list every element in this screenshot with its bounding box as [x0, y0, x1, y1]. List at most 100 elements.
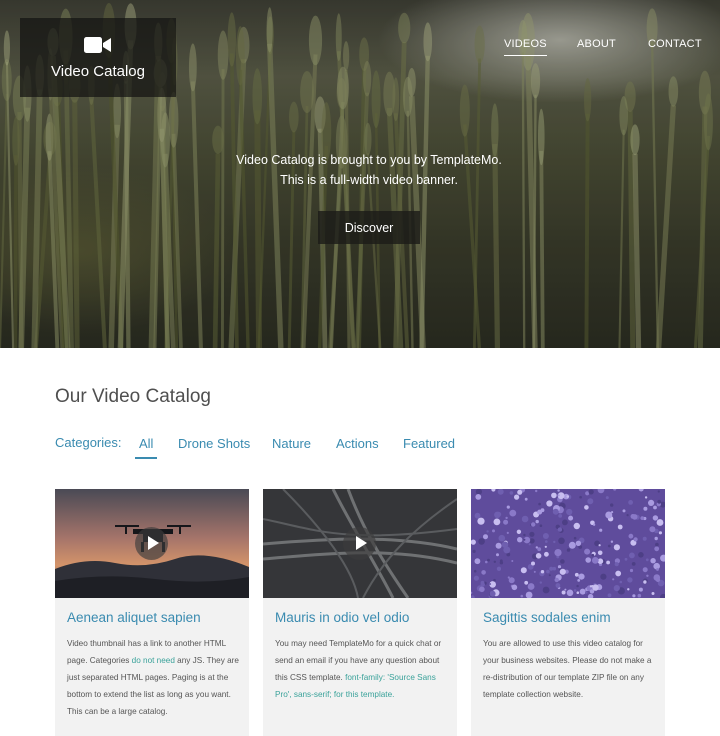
hero-text: Video Catalog is brought to you by Templ… — [0, 150, 720, 190]
lavender-petal — [514, 494, 520, 500]
lavender-petal — [656, 568, 659, 571]
lavender-petal — [605, 511, 613, 519]
video-thumbnail[interactable] — [55, 489, 249, 598]
lavender-petal — [489, 590, 496, 597]
play-icon[interactable] — [135, 527, 168, 560]
lavender-petal — [637, 593, 642, 598]
lavender-petal — [656, 519, 664, 526]
lavender-petal — [496, 553, 499, 557]
lavender-petal — [485, 560, 488, 564]
lavender-petal — [579, 495, 582, 499]
lavender-petal — [654, 536, 658, 541]
card-description: You are allowed to use this video catalo… — [483, 635, 655, 703]
card-description: You may need TemplateMo for a quick chat… — [275, 635, 447, 703]
lavender-petal — [501, 541, 509, 548]
lavender-petal — [584, 548, 591, 555]
lavender-petal — [627, 588, 630, 591]
lavender-petal — [549, 566, 554, 571]
lavender-petal — [546, 500, 553, 507]
lavender-petal — [628, 533, 634, 539]
lavender-petal — [575, 540, 582, 546]
lavender-petal — [642, 567, 648, 573]
lavender-petal — [499, 561, 504, 565]
discover-button[interactable]: Discover — [318, 211, 420, 244]
lavender-petal — [506, 505, 510, 509]
lavender-petal — [615, 570, 622, 577]
lavender-petal — [531, 522, 536, 527]
lavender-petal — [573, 536, 577, 540]
lavender-petal — [657, 490, 660, 493]
tab-drone-shots[interactable]: Drone Shots — [178, 436, 250, 451]
nav-link-videos[interactable]: VIDEOS — [504, 38, 547, 56]
card-title[interactable]: Sagittis sodales enim — [483, 610, 658, 625]
lavender-petal — [520, 594, 524, 598]
lavender-petal — [477, 517, 485, 525]
lavender-petal — [538, 502, 541, 506]
lavender-petal — [591, 557, 599, 564]
lavender-petal — [566, 548, 571, 552]
lavender-petal — [597, 550, 603, 556]
lavender-petal — [503, 519, 509, 525]
lavender-petal — [539, 524, 543, 527]
lavender-petal — [511, 584, 518, 591]
lavender-petal — [632, 594, 636, 598]
lavender-petal — [576, 584, 579, 588]
play-icon[interactable] — [343, 527, 376, 560]
lavender-petal — [588, 489, 594, 495]
lavender-petal — [622, 509, 626, 513]
video-thumbnail[interactable] — [471, 489, 665, 598]
lavender-petal — [606, 560, 610, 565]
tab-actions[interactable]: Actions — [336, 436, 379, 451]
lavender-petal — [605, 496, 609, 500]
lavender-petal — [610, 540, 614, 543]
brand-logo[interactable]: Video Catalog — [20, 18, 176, 97]
nav-link-contact[interactable]: CONTACT — [648, 38, 702, 50]
lavender-petal — [653, 505, 657, 510]
lavender-petal — [531, 561, 535, 566]
card-title[interactable]: Mauris in odio vel odio — [275, 610, 450, 625]
lavender-petal — [610, 503, 614, 507]
lavender-petal — [507, 576, 510, 579]
lavender-petal — [521, 515, 529, 523]
lavender-petal — [624, 557, 628, 561]
lavender-petal — [574, 572, 579, 577]
lavender-petal — [598, 544, 601, 547]
lavender-petal — [607, 593, 612, 598]
lavender-petal — [506, 531, 509, 534]
video-card: Aenean aliquet sapien Video thumbnail ha… — [55, 489, 249, 736]
lavender-petal — [566, 495, 570, 498]
hero-line-2: This is a full-width video banner. — [280, 173, 458, 187]
lavender-petal — [524, 497, 528, 501]
lavender-petal — [566, 589, 574, 597]
lavender-petal — [557, 489, 560, 492]
lavender-petal — [560, 559, 565, 564]
lavender-petal — [486, 530, 489, 533]
lavender-petal — [523, 533, 526, 537]
tab-nature[interactable]: Nature — [272, 436, 311, 451]
lavender-petal — [564, 588, 567, 591]
lavender-petal — [474, 512, 481, 519]
card-link[interactable]: do not need — [132, 656, 175, 665]
lavender-petal — [542, 533, 549, 539]
tab-featured[interactable]: Featured — [403, 436, 455, 451]
lavender-petal — [585, 591, 588, 594]
video-thumbnail[interactable] — [263, 489, 457, 598]
lavender-petal — [644, 496, 648, 499]
card-title[interactable]: Aenean aliquet sapien — [67, 610, 242, 625]
lavender-petal — [529, 538, 535, 544]
lavender-petal — [475, 494, 482, 500]
lavender-petal — [649, 526, 656, 533]
hero-line-1: Video Catalog is brought to you by Templ… — [236, 153, 502, 167]
lavender-petal — [479, 586, 485, 593]
lavender-petal — [578, 573, 585, 580]
lavender-petal — [481, 570, 486, 575]
nav-link-about[interactable]: ABOUT — [577, 38, 616, 50]
lavender-petal — [654, 546, 660, 552]
lavender-petal — [638, 552, 644, 558]
card-text: any JS. They are just separated HTML pag… — [67, 656, 239, 716]
lavender-petal — [633, 537, 638, 542]
tab-all[interactable]: All — [135, 436, 158, 459]
lavender-petal — [540, 570, 545, 574]
lavender-petal — [591, 553, 595, 557]
lavender-petal — [629, 568, 634, 573]
